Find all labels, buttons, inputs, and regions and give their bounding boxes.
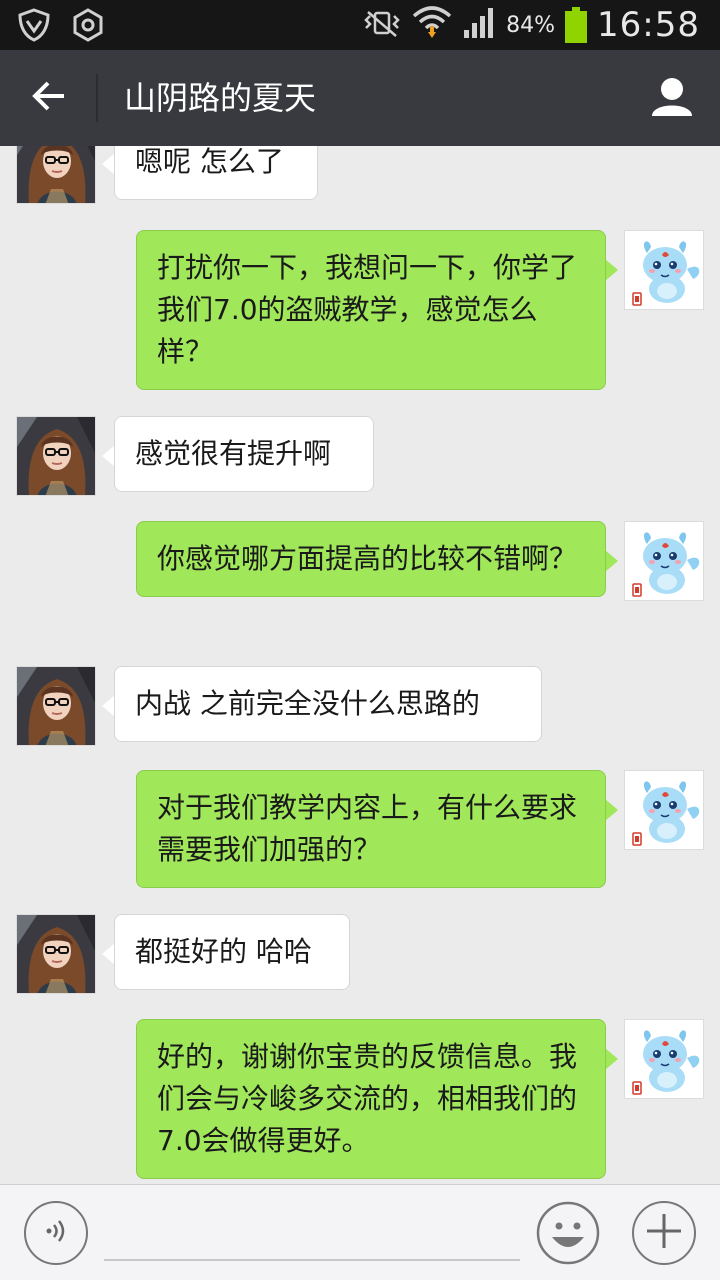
shield-icon	[16, 7, 52, 47]
back-arrow-icon	[31, 80, 67, 116]
status-bar: 84% 16:58	[0, 0, 720, 50]
incoming-message[interactable]: 嗯呢 怎么了	[114, 146, 318, 200]
back-button[interactable]	[22, 74, 76, 122]
bubble-tail	[605, 550, 618, 572]
outgoing-message[interactable]: 好的，谢谢你宝贵的反馈信息。我们会与冷峻多交流的，相相我们的7.0会做得更好。	[136, 1019, 606, 1179]
my-avatar[interactable]	[624, 1019, 704, 1099]
input-bar	[0, 1184, 720, 1280]
incoming-message[interactable]: 感觉很有提升啊	[114, 416, 374, 492]
outgoing-message[interactable]: 打扰你一下，我想问一下，你学了我们7.0的盗贼教学，感觉怎么样？	[136, 230, 606, 390]
chat-title: 山阴路的夏天	[124, 79, 317, 117]
outgoing-message[interactable]: 你感觉哪方面提高的比较不错啊？	[136, 521, 606, 597]
my-avatar[interactable]	[624, 770, 704, 850]
message-list[interactable]: 嗯呢 怎么了 打扰你一下，我想问一下，你学了我们7.0的盗贼教学，感觉怎么样？ …	[0, 146, 720, 1184]
signal-icon	[462, 6, 496, 44]
contact-avatar[interactable]	[16, 914, 96, 994]
vibrate-icon	[362, 8, 402, 42]
my-avatar[interactable]	[624, 230, 704, 310]
plus-icon	[644, 1211, 684, 1255]
contact-avatar[interactable]	[16, 666, 96, 746]
my-avatar[interactable]	[624, 521, 704, 601]
battery-icon	[565, 7, 588, 43]
clock: 16:58	[597, 5, 700, 45]
outgoing-message[interactable]: 对于我们教学内容上，有什么要求需要我们加强的？	[136, 770, 606, 888]
emoji-button[interactable]	[536, 1201, 600, 1265]
chat-header: 山阴路的夏天	[0, 50, 720, 146]
bubble-tail	[605, 259, 618, 281]
status-right-icons: 84% 16:58	[362, 0, 700, 50]
incoming-message[interactable]: 内战 之前完全没什么思路的	[114, 666, 542, 742]
wifi-icon	[412, 4, 452, 46]
voice-button[interactable]	[24, 1201, 88, 1265]
header-divider	[96, 74, 98, 122]
voice-icon	[41, 1216, 71, 1250]
incoming-message[interactable]: 都挺好的 哈哈	[114, 914, 350, 990]
message-input[interactable]	[104, 1205, 520, 1261]
bubble-tail	[605, 799, 618, 821]
bubble-tail	[605, 1048, 618, 1070]
contact-avatar[interactable]	[16, 146, 96, 204]
settings-hex-icon	[70, 7, 106, 47]
profile-icon	[650, 76, 694, 120]
profile-button[interactable]	[646, 72, 698, 124]
battery-percent: 84%	[506, 12, 556, 38]
status-left-icons	[16, 7, 106, 47]
more-button[interactable]	[632, 1201, 696, 1265]
emoji-icon	[536, 1201, 600, 1269]
contact-avatar[interactable]	[16, 416, 96, 496]
